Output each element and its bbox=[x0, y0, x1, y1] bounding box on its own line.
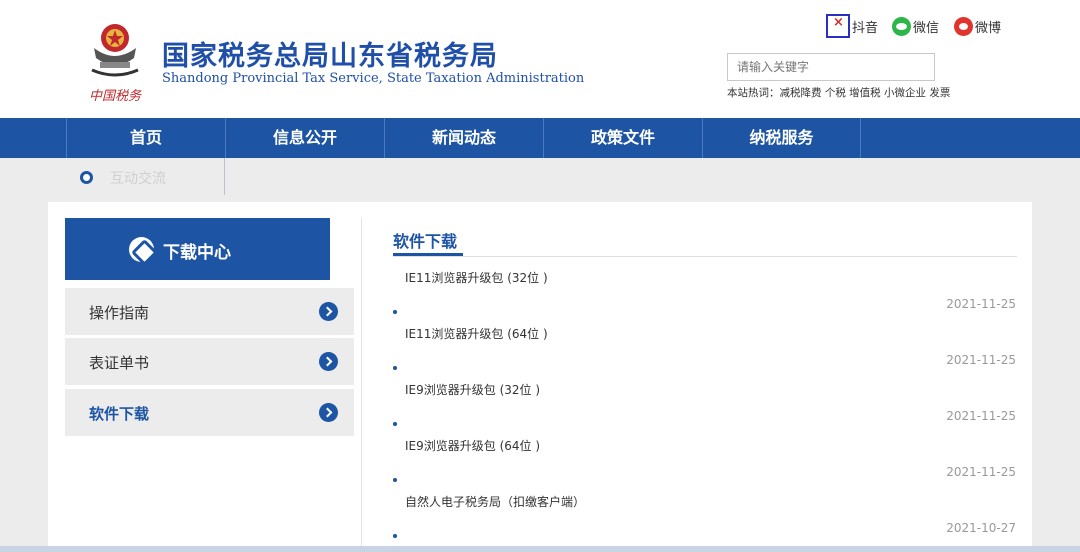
download-link[interactable]: IE11浏览器升级包 (64位 ) bbox=[405, 325, 548, 342]
nav-item-info-disclosure[interactable]: 信息公开 bbox=[225, 118, 384, 158]
list-bullet bbox=[393, 310, 397, 314]
douyin-label: 抖音 bbox=[852, 20, 879, 36]
sidebar-item-software[interactable]: 软件下载 bbox=[65, 389, 354, 436]
sidebar-item-label: 表证单书 bbox=[89, 354, 150, 372]
section-divider bbox=[393, 256, 1017, 257]
location-pin-icon bbox=[80, 171, 93, 184]
download-link[interactable]: IE9浏览器升级包 (64位 ) bbox=[405, 437, 540, 454]
sidebar-header-label: 下载中心 bbox=[163, 243, 231, 263]
breadcrumb[interactable]: 互动交流 bbox=[110, 168, 166, 188]
nav-item-news[interactable]: 新闻动态 bbox=[384, 118, 543, 158]
nav-item-home[interactable]: 首页 bbox=[66, 118, 225, 158]
horizontal-scrollbar[interactable] bbox=[0, 546, 1080, 552]
chevron-right-icon bbox=[319, 403, 338, 422]
column-divider bbox=[361, 218, 362, 552]
download-date: 2021-11-25 bbox=[946, 297, 1016, 311]
chevron-right-icon bbox=[319, 352, 338, 371]
sidebar-item-guide[interactable]: 操作指南 bbox=[65, 288, 354, 335]
list-bullet bbox=[393, 478, 397, 482]
download-link[interactable]: IE9浏览器升级包 (32位 ) bbox=[405, 381, 540, 398]
breadcrumb-divider bbox=[224, 158, 225, 195]
weibo-icon bbox=[954, 16, 973, 36]
list-bullet bbox=[393, 534, 397, 538]
chevron-right-icon bbox=[319, 302, 338, 321]
tax-emblem-logo: 中国税务 bbox=[89, 24, 142, 104]
main-nav: 首页 信息公开 新闻动态 政策文件 纳税服务 bbox=[0, 118, 1080, 158]
site-title-chinese: 国家税务总局山东省税务局 bbox=[162, 41, 498, 72]
download-center-icon bbox=[129, 237, 154, 262]
weibo-link[interactable]: 微博 bbox=[954, 14, 1001, 38]
download-date: 2021-11-25 bbox=[946, 409, 1016, 423]
sidebar-item-forms[interactable]: 表证单书 bbox=[65, 338, 354, 385]
download-link[interactable]: 自然人电子税务局（扣缴客户端） bbox=[405, 493, 585, 510]
sidebar-item-label: 操作指南 bbox=[89, 304, 150, 322]
download-link[interactable]: IE11浏览器升级包 (32位 ) bbox=[405, 269, 548, 286]
download-date: 2021-11-25 bbox=[946, 465, 1016, 479]
nav-item-policy[interactable]: 政策文件 bbox=[543, 118, 702, 158]
wechat-label: 微信 bbox=[913, 20, 940, 36]
weibo-label: 微博 bbox=[975, 20, 1002, 36]
section-title: 软件下载 bbox=[393, 232, 458, 251]
list-bullet bbox=[393, 422, 397, 426]
sidebar-header: 下载中心 bbox=[65, 218, 330, 280]
sidebar-item-label: 软件下载 bbox=[89, 405, 150, 423]
wechat-link[interactable]: 微信 bbox=[892, 14, 939, 38]
wechat-icon bbox=[892, 16, 911, 36]
hot-words[interactable]: 本站热词：减税降费 个税 增值税 小微企业 发票 bbox=[727, 85, 950, 100]
svg-text:中国税务: 中国税务 bbox=[89, 89, 142, 104]
search-input[interactable] bbox=[727, 53, 935, 81]
site-title-english: Shandong Provincial Tax Service, State T… bbox=[162, 71, 585, 86]
list-bullet bbox=[393, 366, 397, 370]
download-date: 2021-10-27 bbox=[946, 521, 1016, 535]
site-header: 中国税务 国家税务总局山东省税务局 Shandong Provincial Ta… bbox=[0, 0, 1080, 118]
douyin-icon bbox=[826, 14, 850, 38]
douyin-link[interactable]: 抖音 bbox=[826, 14, 878, 38]
download-date: 2021-11-25 bbox=[946, 353, 1016, 367]
nav-item-tax-service[interactable]: 纳税服务 bbox=[702, 118, 861, 158]
